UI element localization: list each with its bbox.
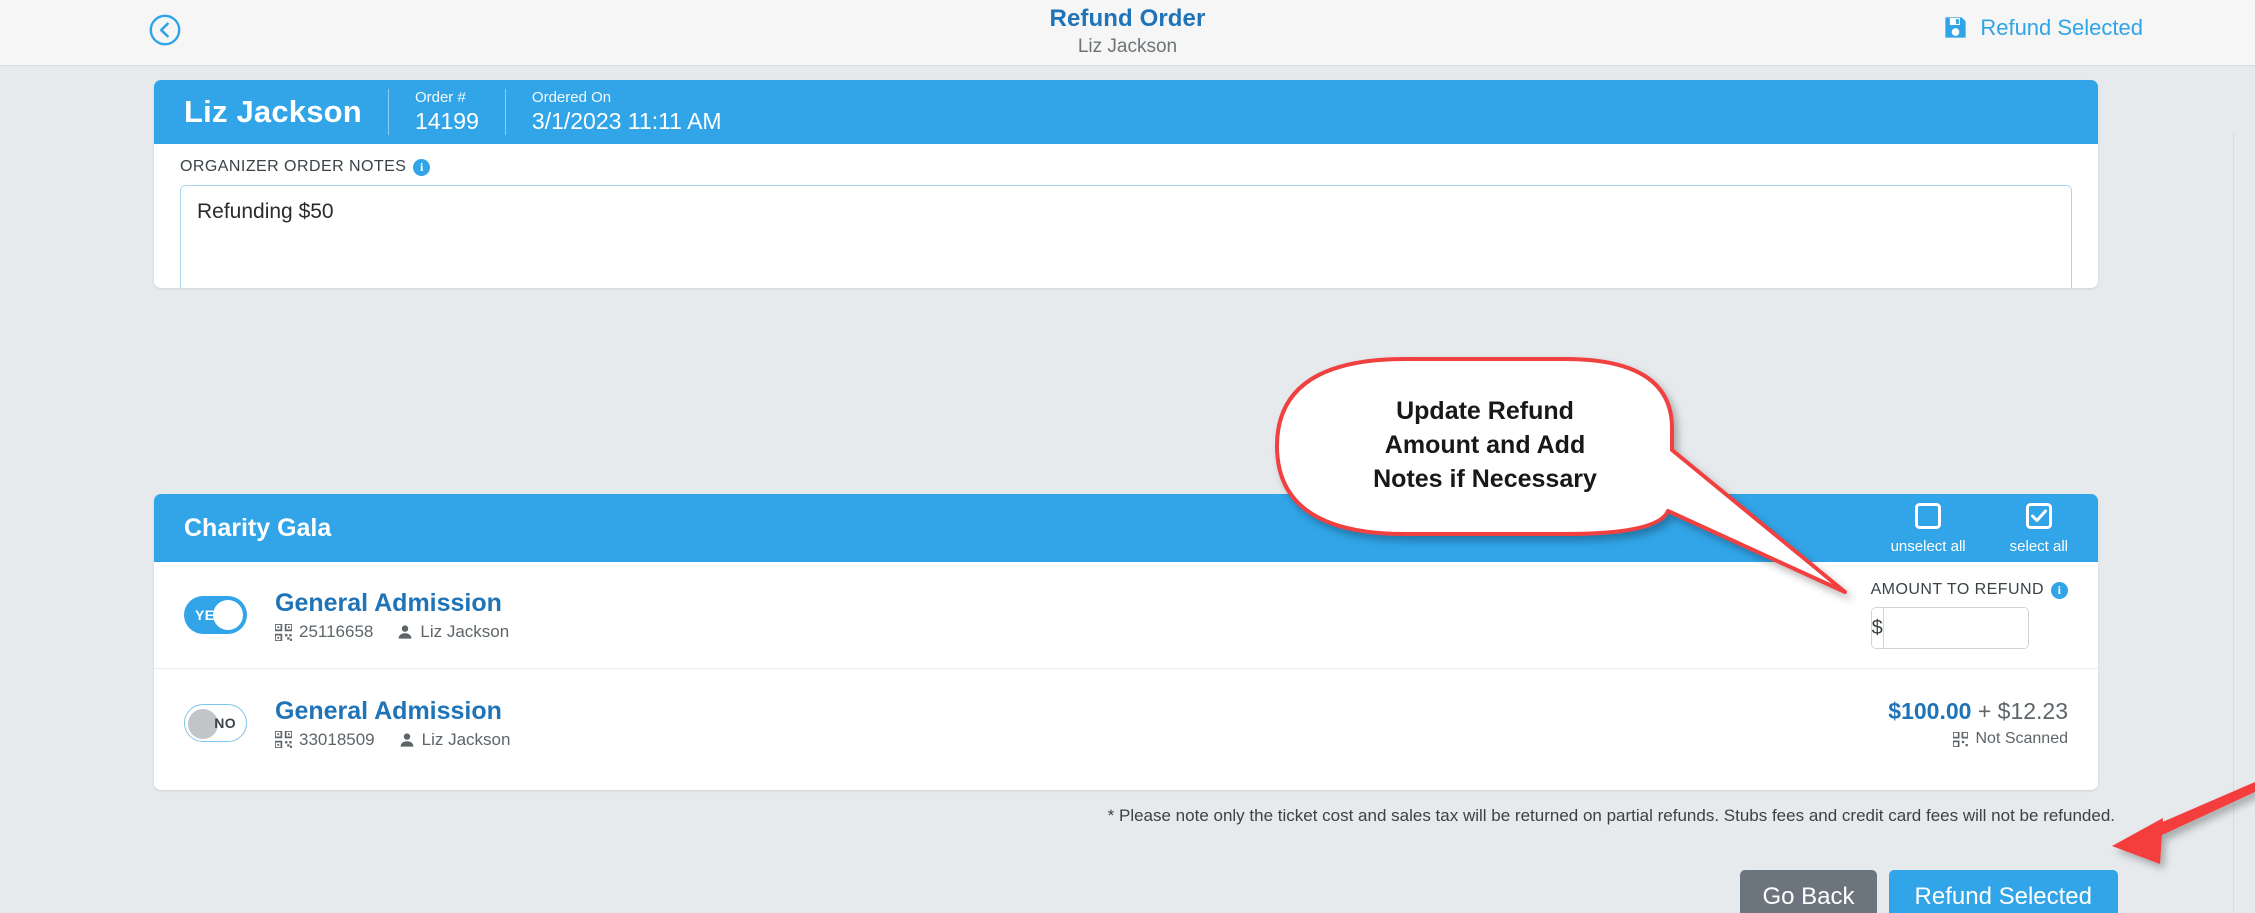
amount-to-refund-label: AMOUNT TO REFUND i — [1871, 581, 2068, 599]
ordered-on-value: 3/1/2023 11:11 AM — [531, 108, 722, 134]
ticket-attendee: Liz Jackson — [420, 622, 510, 641]
qr-code-icon — [1953, 731, 1969, 747]
person-icon — [398, 625, 412, 639]
page-body: Liz Jackson Order # 14199 Ordered On 3/1… — [0, 66, 2255, 913]
ticket-info: General Admission — [275, 696, 510, 750]
organizer-order-notes-input[interactable] — [180, 185, 2072, 288]
unselect-all-button[interactable]: unselect all — [1891, 502, 1966, 555]
order-number-field: Order # 14199 — [389, 89, 505, 135]
ticket-barcode-group: 33018509 — [275, 730, 375, 750]
selection-controls: unselect all select all — [1891, 502, 2068, 555]
ticket-scan-status: Not Scanned — [1888, 730, 2068, 748]
order-card: Liz Jackson Order # 14199 Ordered On 3/1… — [154, 80, 2098, 288]
ordered-on-field: Ordered On 3/1/2023 11:11 AM — [506, 89, 748, 135]
currency-prefix: $ — [1871, 608, 1884, 648]
event-card: Charity Gala unselect all select all YES… — [154, 494, 2098, 790]
amount-to-refund-label-text: AMOUNT TO REFUND — [1870, 581, 2044, 598]
ticket-barcode: 33018509 — [299, 729, 375, 749]
ticket-price-line: $100.00 + $12.23 — [1888, 697, 2068, 725]
event-header: Charity Gala unselect all select all — [154, 494, 2098, 562]
order-customer-name: Liz Jackson — [184, 94, 362, 129]
ticket-price: $100.00 — [1888, 698, 1972, 724]
ticket-row-right: AMOUNT TO REFUND i $ — [1870, 581, 2068, 649]
organizer-order-notes-label: ORGANIZER ORDER NOTES i — [180, 158, 2072, 176]
ticket-row-left: YES General Admission 25116658 Liz Jacks… — [184, 588, 509, 642]
refund-selected-top-action[interactable]: Refund Selected — [1942, 14, 2143, 41]
ticket-row-left: NO General Admission 33018509 Liz Jackso… — [184, 696, 510, 750]
unselect-all-label: unselect all — [1890, 537, 1966, 555]
qr-code-icon — [275, 623, 292, 641]
scan-status-text: Not Scanned — [1975, 730, 2068, 747]
ticket-refund-toggle[interactable]: YES — [184, 596, 247, 634]
ticket-barcode: 25116658 — [299, 622, 374, 641]
ticket-toggle-label: NO — [214, 714, 236, 731]
checked-checkbox-icon — [2025, 502, 2052, 529]
floppy-save-icon — [1945, 17, 1966, 38]
page-title-block: Refund Order Liz Jackson — [0, 0, 2255, 60]
ticket-name: General Admission — [275, 589, 502, 617]
order-number-label: Order # — [414, 89, 466, 106]
footer-buttons: Go Back Refund Selected — [1740, 870, 2118, 913]
ticket-refund-toggle[interactable]: NO — [184, 703, 247, 742]
organizer-order-notes-label-text: ORGANIZER ORDER NOTES — [180, 158, 407, 175]
page-title: Refund Order — [1049, 5, 1206, 32]
select-all-label: select all — [2009, 537, 2068, 555]
top-bar: Refund Order Liz Jackson Refund Selected — [0, 0, 2255, 66]
ticket-row-right: $100.00 + $12.23 Not Scanned — [1888, 697, 2068, 748]
table-row: YES General Admission 25116658 Liz Jacks… — [154, 562, 2098, 669]
event-title: Charity Gala — [184, 513, 332, 542]
order-header: Liz Jackson Order # 14199 Ordered On 3/1… — [154, 80, 2098, 144]
empty-checkbox-icon — [1915, 502, 1942, 529]
amount-to-refund-input[interactable] — [1883, 608, 2028, 648]
page-subtitle: Liz Jackson — [1077, 36, 1178, 57]
ticket-meta: 33018509 Liz Jackson — [275, 730, 510, 750]
ticket-name: General Admission — [275, 696, 502, 725]
ticket-attendee-group: Liz Jackson — [399, 729, 511, 750]
scrollbar-gutter[interactable] — [2233, 132, 2255, 913]
select-all-button[interactable]: select all — [2010, 502, 2068, 555]
ticket-attendee-group: Liz Jackson — [397, 622, 509, 642]
order-number-value: 14199 — [414, 108, 479, 134]
partial-refund-note: * Please note only the ticket cost and s… — [1107, 806, 2115, 825]
ticket-attendee: Liz Jackson — [421, 729, 511, 749]
ticket-fee: + $12.23 — [1977, 698, 2068, 724]
info-icon[interactable]: i — [2051, 581, 2068, 599]
refund-order-page: Refund Order Liz Jackson Refund Selected… — [0, 0, 2255, 913]
ticket-barcode-group: 25116658 — [275, 622, 373, 642]
ticket-info: General Admission — [275, 588, 509, 642]
info-icon[interactable]: i — [413, 158, 431, 176]
go-back-button[interactable]: Go Back — [1740, 870, 1877, 913]
order-notes-section: ORGANIZER ORDER NOTES i — [154, 144, 2098, 288]
ordered-on-label: Ordered On — [531, 89, 612, 106]
person-icon — [400, 732, 414, 747]
refund-selected-top-label: Refund Selected — [1980, 14, 2143, 40]
ticket-meta: 25116658 Liz Jackson — [275, 622, 509, 642]
toggle-knob — [213, 600, 243, 630]
table-row: NO General Admission 33018509 Liz Jackso… — [154, 669, 2098, 776]
refund-selected-button[interactable]: Refund Selected — [1888, 870, 2118, 913]
amount-to-refund-field[interactable]: $ — [1870, 607, 2029, 649]
qr-code-icon — [275, 731, 292, 748]
